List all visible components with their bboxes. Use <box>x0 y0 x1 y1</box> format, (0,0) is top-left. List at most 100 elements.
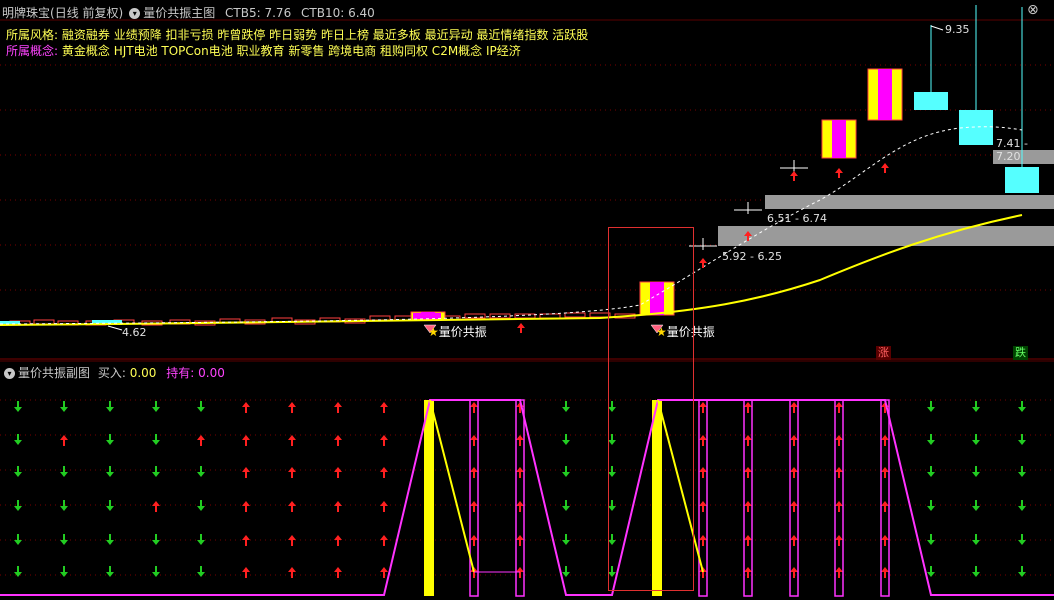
close-icon[interactable]: ⊗ <box>1027 2 1039 18</box>
up-arrow-icon <box>380 467 388 472</box>
down-arrow-icon <box>14 472 22 477</box>
up-arrow-icon <box>517 323 525 328</box>
up-arrow-icon <box>744 535 752 540</box>
hold-value: 0.00 <box>198 366 225 380</box>
up-arrow-icon <box>380 501 388 506</box>
up-arrow-icon <box>790 467 798 472</box>
up-arrow-icon <box>790 501 798 506</box>
main-indicator-name[interactable]: 量价共振主图 <box>143 6 215 20</box>
candle-bearish <box>1005 167 1039 193</box>
down-arrow-icon <box>106 440 114 445</box>
sub-chart[interactable] <box>0 360 1054 600</box>
down-arrow-icon <box>14 407 22 412</box>
down-arrow-icon <box>1018 506 1026 511</box>
down-arrow-icon <box>1018 440 1026 445</box>
up-arrow-icon <box>835 402 843 407</box>
style-line: 所属风格: 融资融券 业绩预降 扣非亏损 昨曾跌停 昨日弱势 昨日上榜 最近多板… <box>6 26 588 43</box>
down-arrow-icon <box>562 540 570 545</box>
ctb10-value: CTB10: 6.40 <box>301 6 375 20</box>
down-arrow-icon <box>972 472 980 477</box>
up-arrow-icon <box>60 435 68 440</box>
down-tag[interactable]: 跌 <box>1013 346 1028 360</box>
ctb5-value: CTB5: 7.76 <box>225 6 292 20</box>
buy-value: 0.00 <box>129 366 157 380</box>
down-arrow-icon <box>562 572 570 577</box>
high-pointer <box>930 25 944 31</box>
down-arrow-icon <box>1018 407 1026 412</box>
up-arrow-icon <box>790 535 798 540</box>
down-arrow-icon <box>152 472 160 477</box>
up-arrow-icon <box>288 567 296 572</box>
low-price-label: 4.62 <box>122 326 147 339</box>
sub-indicator-dropdown-icon[interactable]: ▾ <box>4 368 15 379</box>
candle <box>413 313 441 319</box>
down-arrow-icon <box>562 407 570 412</box>
up-arrow-icon <box>288 467 296 472</box>
up-arrow-icon <box>881 501 889 506</box>
down-arrow-icon <box>197 540 205 545</box>
down-arrow-icon <box>14 506 22 511</box>
up-arrow-icon <box>288 402 296 407</box>
up-arrow-icon <box>790 402 798 407</box>
hold-bar <box>880 399 890 597</box>
hold-bar <box>515 399 525 597</box>
candle-bearish <box>914 92 948 110</box>
candle-4-core <box>878 69 892 120</box>
down-arrow-icon <box>197 572 205 577</box>
up-arrow-icon <box>242 435 250 440</box>
down-arrow-icon <box>152 540 160 545</box>
down-arrow-icon <box>927 472 935 477</box>
up-arrow-icon <box>470 435 478 440</box>
candle <box>539 313 561 319</box>
up-arrow-icon <box>334 535 342 540</box>
hold-label: 持有: <box>166 366 195 380</box>
hold-bar <box>834 399 844 597</box>
up-arrow-icon <box>334 402 342 407</box>
down-arrow-icon <box>106 407 114 412</box>
up-arrow-icon <box>334 501 342 506</box>
up-arrow-icon <box>242 567 250 572</box>
up-arrow-icon <box>881 467 889 472</box>
up-arrow-icon <box>699 402 707 407</box>
up-tag[interactable]: 涨 <box>876 346 891 360</box>
main-header: 明牌珠宝(日线 前复权) ▾ 量价共振主图 CTB5: 7.76 CTB10: 6.… <box>2 4 375 21</box>
down-arrow-icon <box>927 540 935 545</box>
down-arrow-icon <box>1018 572 1026 577</box>
up-arrow-icon <box>881 435 889 440</box>
down-arrow-icon <box>927 440 935 445</box>
up-arrow-icon <box>380 567 388 572</box>
indicator-dropdown-icon[interactable]: ▾ <box>129 8 141 19</box>
up-arrow-icon <box>334 567 342 572</box>
up-arrow-icon <box>881 567 889 572</box>
down-arrow-icon <box>106 506 114 511</box>
up-arrow-icon <box>835 168 843 173</box>
up-arrow-icon <box>835 535 843 540</box>
up-arrow-icon <box>881 535 889 540</box>
up-arrow-icon <box>835 567 843 572</box>
down-arrow-icon <box>14 540 22 545</box>
down-arrow-icon <box>106 572 114 577</box>
price-zone-1 <box>718 226 1054 246</box>
up-arrow-icon <box>790 435 798 440</box>
down-arrow-icon <box>972 540 980 545</box>
price-zone-2 <box>765 195 1054 209</box>
up-arrow-icon <box>699 435 707 440</box>
down-arrow-icon <box>972 440 980 445</box>
up-arrow-icon <box>744 501 752 506</box>
up-arrow-icon <box>699 258 707 263</box>
buy-label: 买入: <box>97 366 126 380</box>
candle <box>564 312 586 318</box>
up-arrow-icon <box>334 435 342 440</box>
down-arrow-icon <box>197 407 205 412</box>
up-arrow-icon <box>516 535 524 540</box>
up-arrow-icon <box>380 435 388 440</box>
candle-bearish <box>959 110 993 145</box>
zone-label-1: 5.92 - 6.25 <box>722 250 782 263</box>
up-arrow-icon <box>835 435 843 440</box>
selection-box[interactable] <box>608 227 694 591</box>
up-arrow-icon <box>288 501 296 506</box>
sub-indicator-name[interactable]: 量价共振副图 <box>18 366 90 380</box>
up-arrow-icon <box>380 535 388 540</box>
down-arrow-icon <box>927 506 935 511</box>
signal-bar-1 <box>424 400 434 596</box>
